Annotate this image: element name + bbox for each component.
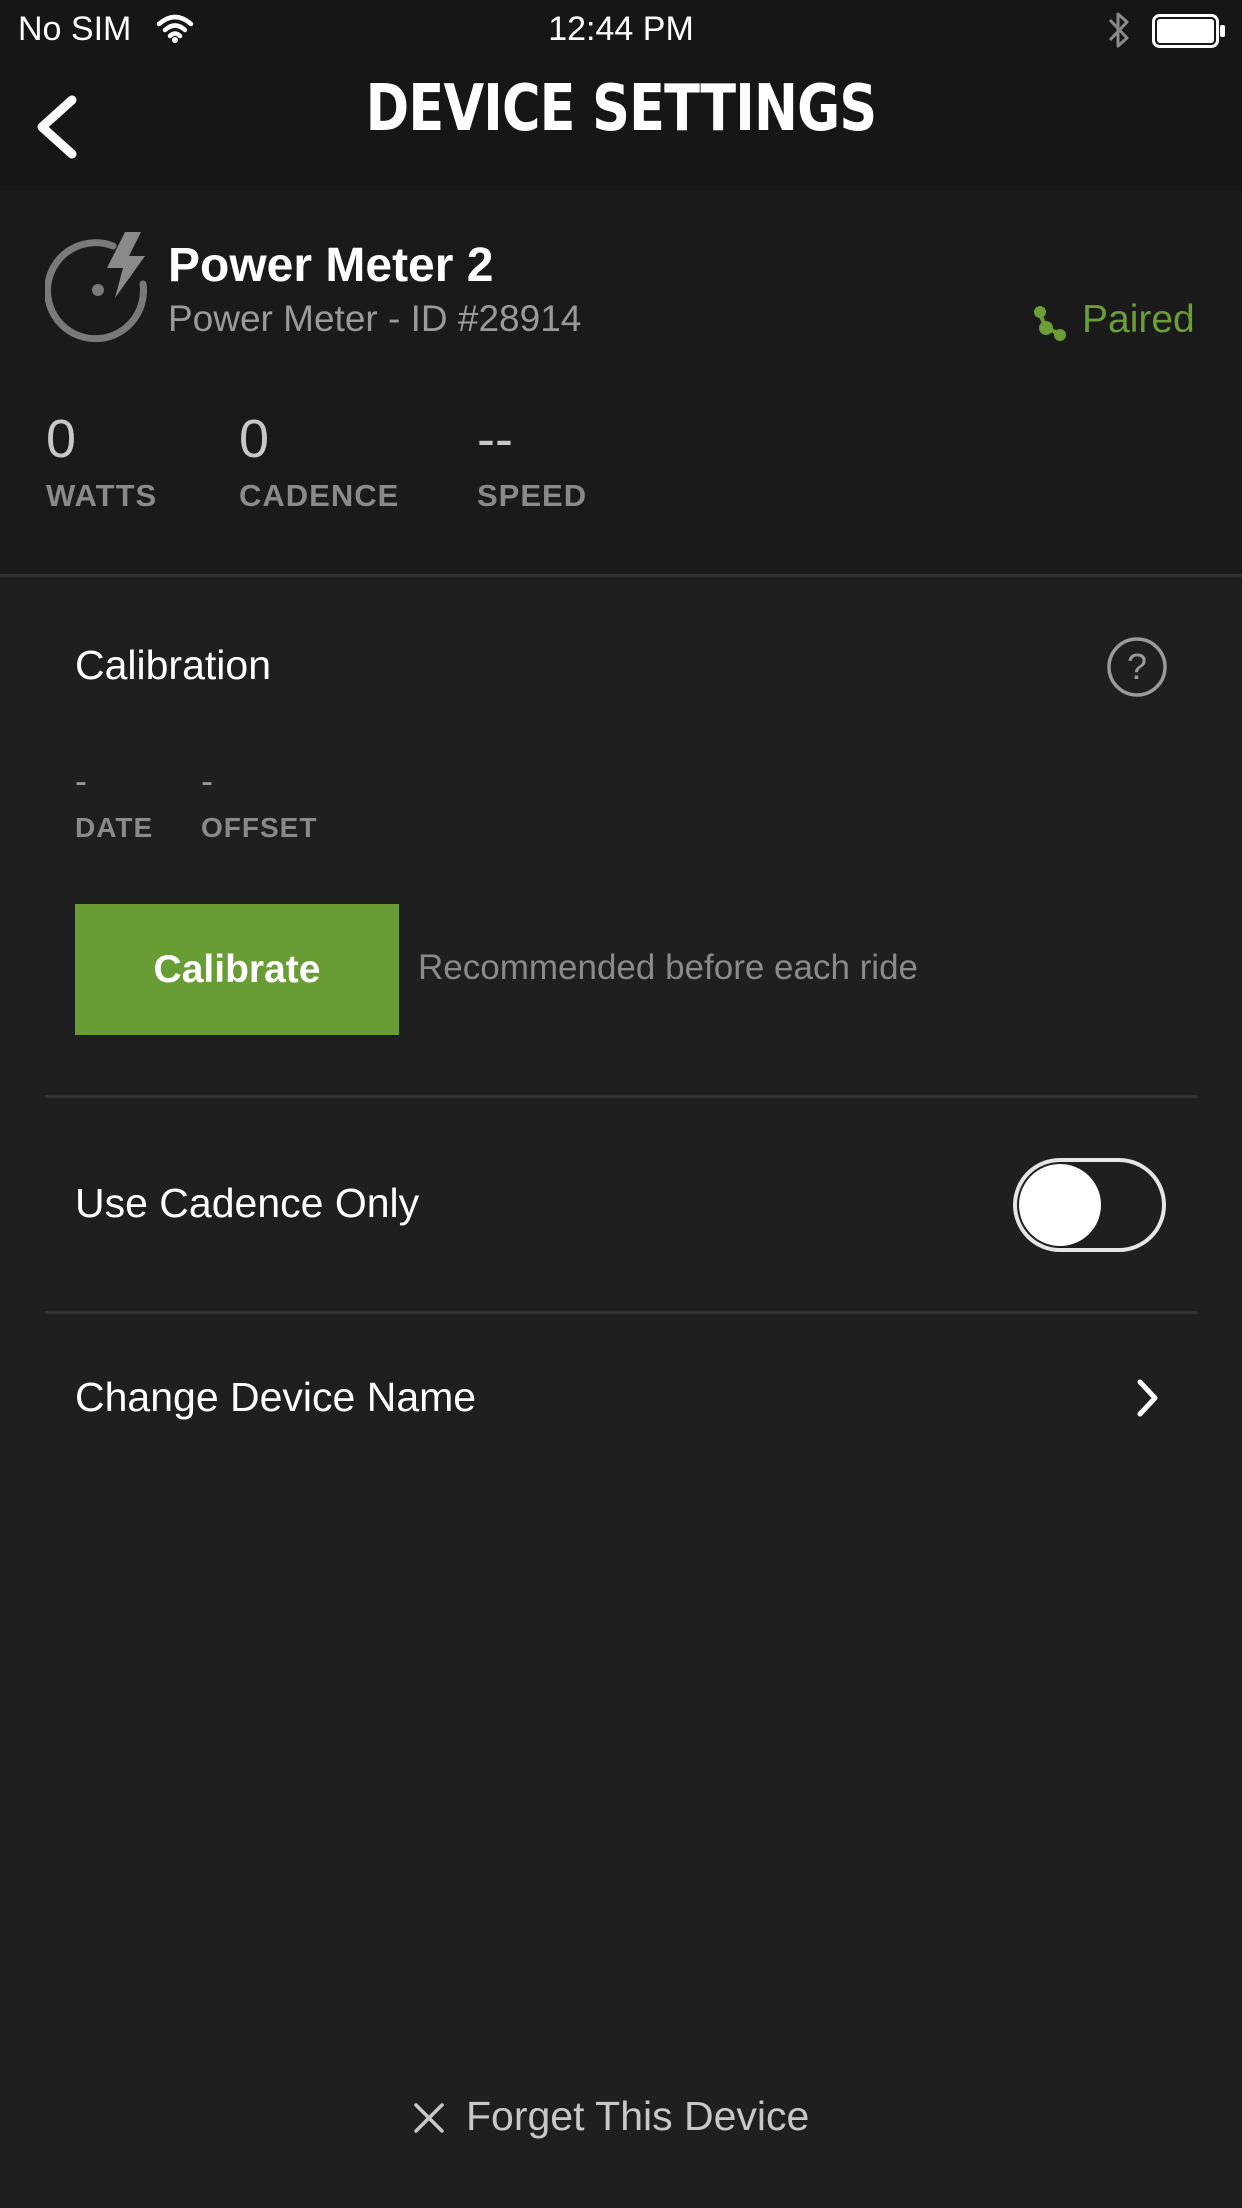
divider xyxy=(45,1095,1197,1098)
divider xyxy=(0,574,1242,577)
speed-label: SPEED xyxy=(477,478,588,513)
calibration-date-value: - xyxy=(75,760,87,801)
device-name: Power Meter 2 xyxy=(168,239,494,292)
page-title: DEVICE SETTINGS xyxy=(365,72,877,146)
toggle-knob xyxy=(1019,1164,1101,1246)
cadence-only-label: Use Cadence Only xyxy=(75,1180,420,1226)
forget-device-label: Forget This Device xyxy=(466,2093,810,2139)
change-device-name-label: Change Device Name xyxy=(75,1374,477,1420)
change-device-name-row[interactable]: Change Device Name xyxy=(45,1330,1197,1470)
help-icon[interactable]: ? xyxy=(1106,636,1168,703)
cadence-only-toggle[interactable] xyxy=(1013,1158,1166,1252)
bluetooth-icon xyxy=(1105,10,1133,55)
calibration-date-label: DATE xyxy=(75,812,154,843)
watts-label: WATTS xyxy=(46,478,158,513)
calibration-hint: Recommended before each ride xyxy=(418,948,919,987)
calibrate-button[interactable]: Calibrate xyxy=(75,904,399,1035)
divider xyxy=(45,1311,1197,1314)
speed-value: -- xyxy=(477,409,513,469)
cadence-value: 0 xyxy=(239,409,270,469)
calibration-offset-label: OFFSET xyxy=(201,812,318,843)
forget-device-button[interactable]: Forget This Device xyxy=(400,2085,860,2155)
cadence-label: CADENCE xyxy=(239,478,400,513)
device-card: Power Meter 2 Power Meter - ID #28914 Pa… xyxy=(0,190,1242,575)
power-meter-icon xyxy=(44,232,155,349)
chevron-right-icon xyxy=(1133,1376,1163,1425)
calibration-title: Calibration xyxy=(75,642,271,688)
paired-status: Paired xyxy=(1082,298,1195,341)
calibration-offset-value: - xyxy=(201,760,213,801)
close-icon xyxy=(412,2101,446,2140)
clock: 12:44 PM xyxy=(548,10,694,48)
back-button[interactable] xyxy=(30,92,82,167)
svg-text:?: ? xyxy=(1127,646,1147,687)
battery-icon xyxy=(1152,14,1226,53)
paired-icon xyxy=(1028,302,1066,349)
top-bar: No SIM 12:44 PM DEVICE SETTINGS xyxy=(0,0,1242,190)
device-subtitle: Power Meter - ID #28914 xyxy=(168,298,582,339)
watts-value: 0 xyxy=(46,409,77,469)
